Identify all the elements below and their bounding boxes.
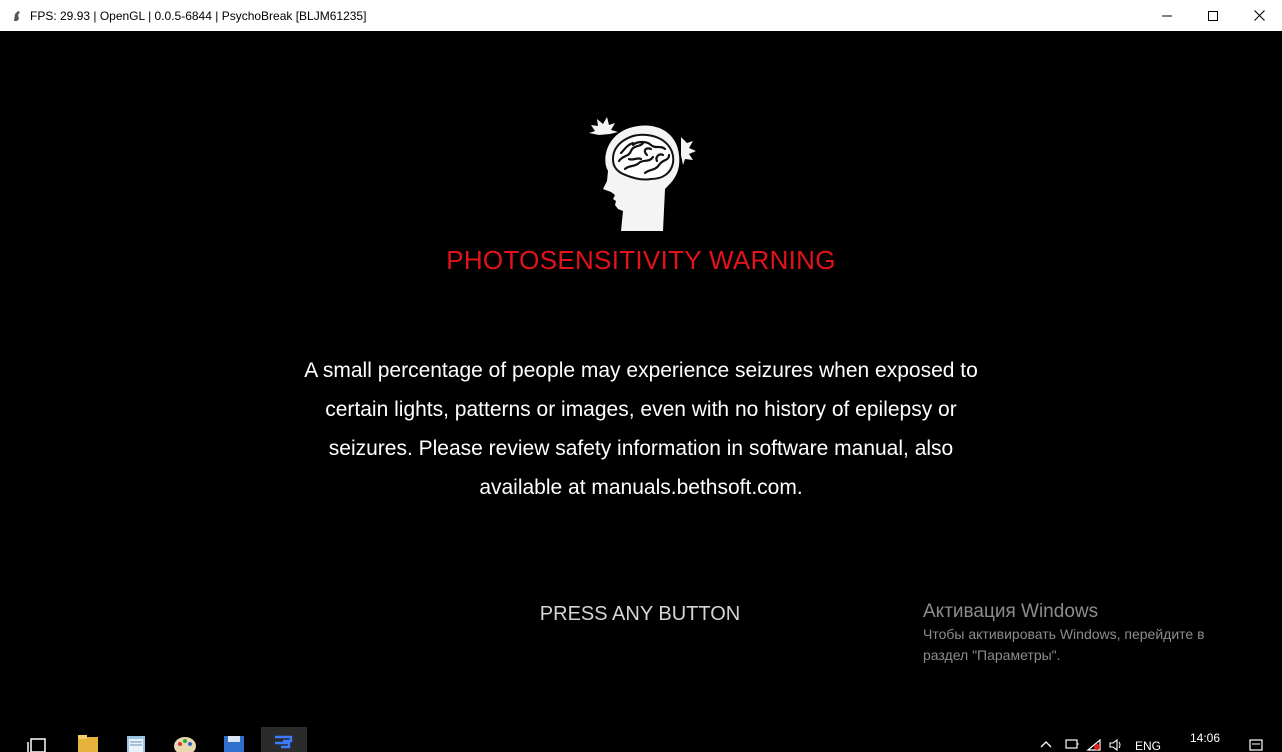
minimize-icon — [1162, 15, 1172, 16]
window-title: FPS: 29.93 | OpenGL | 0.0.5-6844 | Psych… — [30, 8, 367, 23]
rpcs3-taskbar-button[interactable] — [261, 727, 307, 752]
rpcs3-app-icon[interactable] — [9, 8, 25, 24]
activation-title: Активация Windows — [923, 601, 1099, 622]
warning-text: A small percentage of people may experie… — [1, 351, 1281, 507]
power-icon[interactable] — [1064, 738, 1080, 752]
network-icon[interactable] — [1086, 738, 1102, 752]
notepad-icon — [127, 736, 145, 752]
volume-icon[interactable] — [1108, 738, 1124, 752]
warning-line: certain lights, patterns or images, even… — [325, 398, 957, 421]
maximize-button[interactable] — [1190, 0, 1236, 31]
clock-time[interactable]: 14:06 — [1190, 731, 1220, 745]
warning-title: PHOTOSENSITIVITY WARNING — [446, 245, 836, 275]
maximize-icon — [1208, 10, 1218, 21]
warning-line: seizures. Please review safety informati… — [328, 437, 954, 460]
warning-line: A small percentage of people may experie… — [304, 359, 978, 382]
title-bar[interactable]: FPS: 29.93 | OpenGL | 0.0.5-6844 | Psych… — [0, 0, 1282, 31]
task-view-button[interactable] — [22, 733, 52, 752]
language-indicator[interactable]: ENG — [1135, 739, 1161, 752]
activation-text: Чтобы активировать Windows, перейдите в … — [923, 626, 1205, 663]
minimize-button[interactable] — [1144, 0, 1190, 31]
file-explorer-button[interactable] — [72, 733, 102, 752]
windows-activation-watermark: Активация Windows Чтобы активировать Win… — [923, 600, 1243, 666]
close-button[interactable] — [1236, 0, 1282, 31]
paint-button[interactable] — [170, 733, 200, 752]
system-tray: ENG 14:06 — [1022, 727, 1282, 752]
taskbar: ENG 14:06 — [0, 727, 1282, 752]
task-view-icon — [27, 738, 46, 752]
close-icon — [1253, 10, 1265, 21]
file-explorer-icon — [78, 735, 98, 752]
save-disk-icon — [224, 736, 244, 752]
notification-icon[interactable] — [1248, 738, 1264, 752]
save-disk-button[interactable] — [219, 733, 249, 752]
notepad-button[interactable] — [120, 733, 150, 752]
emulator-window: FPS: 29.93 | OpenGL | 0.0.5-6844 | Psych… — [0, 0, 1282, 752]
warning-line: available at manuals.bethsoft.com. — [479, 476, 803, 499]
rpcs3-icon — [275, 735, 293, 749]
brain-head-icon — [589, 117, 696, 231]
window-controls — [1144, 0, 1282, 31]
paint-icon — [174, 737, 196, 752]
chevron-up-icon[interactable] — [1040, 737, 1052, 751]
